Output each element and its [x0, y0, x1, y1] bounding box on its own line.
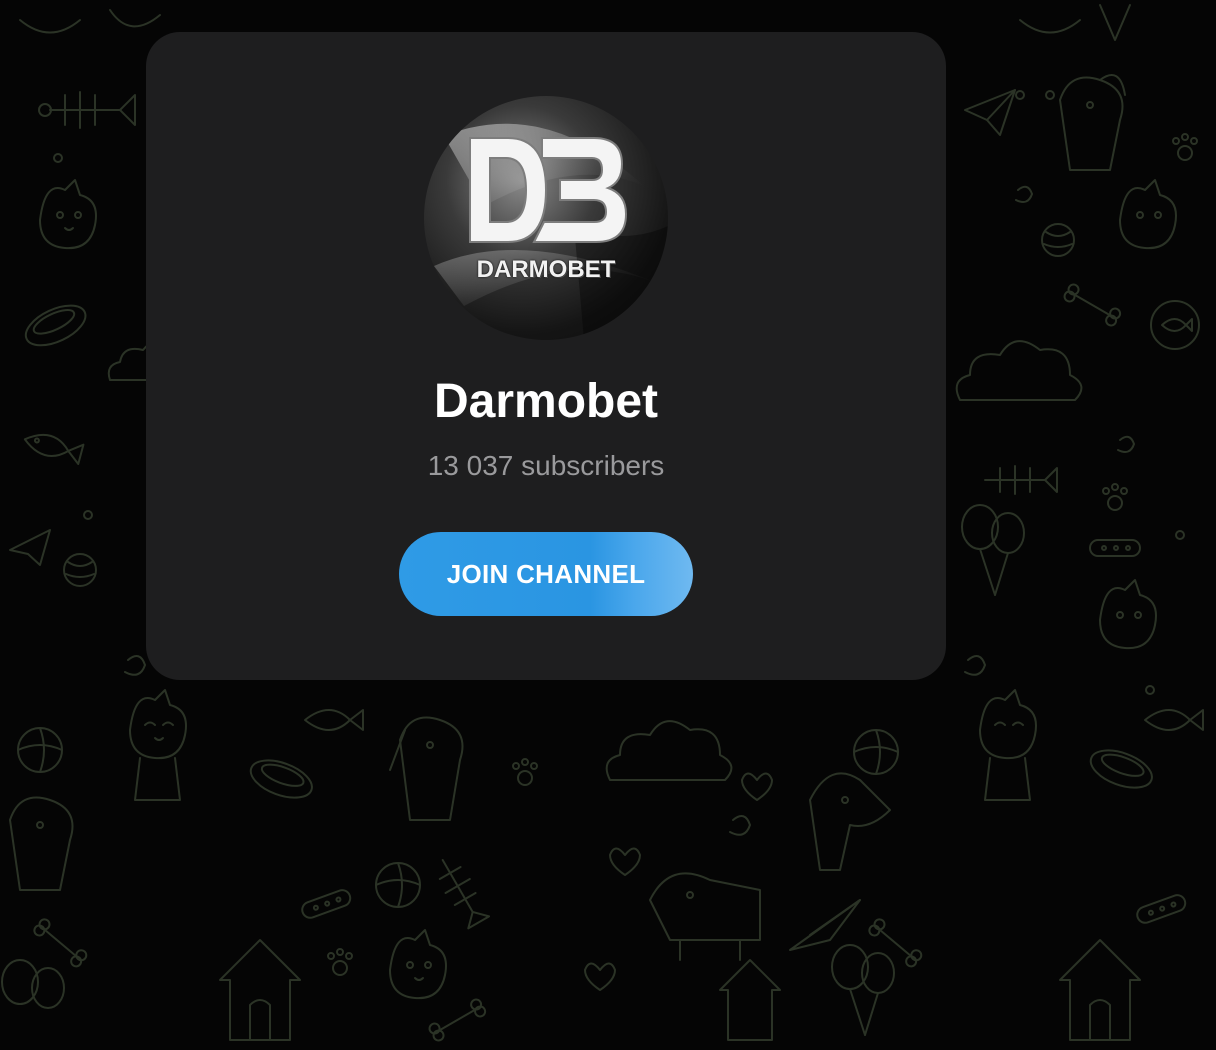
- collar-doodle-icon: [301, 889, 352, 919]
- dog-doodle-icon: [9, 796, 74, 891]
- heart-doodle-icon: [609, 847, 641, 876]
- dog-house-doodle-icon: [219, 939, 301, 1041]
- paw-print-doodle-icon: [327, 948, 353, 976]
- channel-preview-page: DARMOBET Darmobet 13 037 subscribers JOI…: [0, 0, 1216, 1050]
- balloon-doodle-icon: [1, 959, 65, 1009]
- dog-doodle-icon: [649, 872, 761, 961]
- paper-plane-doodle-icon: [964, 89, 1016, 136]
- paper-plane-doodle-icon: [789, 899, 861, 951]
- collar-doodle-icon: [1089, 539, 1141, 557]
- dog-doodle-icon: [809, 772, 891, 871]
- collar-doodle-icon: [1136, 894, 1187, 924]
- bowl-doodle-icon: [1089, 749, 1153, 789]
- paper-plane-doodle-icon: [9, 529, 51, 566]
- balloon-doodle-icon: [831, 944, 895, 1036]
- cat-doodle-icon: [1099, 579, 1157, 650]
- cat-doodle-icon: [19, 9, 161, 34]
- bone-doodle-icon: [1063, 283, 1122, 327]
- balloon-doodle-icon: [961, 504, 1025, 596]
- bone-doodle-icon: [868, 918, 923, 968]
- avatar-monogram-art: [464, 134, 628, 246]
- fish-doodle-icon: [304, 709, 364, 731]
- subscriber-count: 13 037 subscribers: [427, 450, 665, 481]
- beach-ball-doodle-icon: [375, 862, 421, 908]
- avatar-wordmark: DARMOBET: [476, 256, 616, 283]
- fish-doodle-icon: [1150, 300, 1200, 350]
- fish-doodle-icon: [23, 433, 85, 465]
- fish-bone-doodle-icon: [984, 465, 1058, 495]
- channel-card: DARMOBET Darmobet 13 037 subscribers JOI…: [146, 32, 946, 680]
- dog-house-doodle-icon: [719, 959, 781, 1041]
- cat-doodle-icon: [1019, 4, 1131, 41]
- paw-print-doodle-icon: [512, 758, 538, 786]
- cat-doodle-icon: [129, 689, 187, 801]
- yarn-ball-doodle-icon: [1041, 223, 1075, 257]
- cloud-doodle-icon: [605, 720, 733, 781]
- bowl-doodle-icon: [24, 304, 87, 347]
- paw-print-doodle-icon: [1102, 483, 1128, 511]
- cloud-doodle-icon: [955, 340, 1083, 401]
- heart-doodle-icon: [584, 962, 616, 991]
- bone-doodle-icon: [428, 998, 487, 1042]
- dog-doodle-icon: [1059, 74, 1126, 171]
- dog-doodle-icon: [389, 716, 464, 821]
- beach-ball-doodle-icon: [853, 729, 899, 775]
- fish-bone-doodle-icon: [38, 91, 136, 129]
- fish-bone-doodle-icon: [438, 859, 491, 930]
- heart-doodle-icon: [741, 772, 773, 801]
- bowl-doodle-icon: [249, 759, 313, 799]
- cat-doodle-icon: [1119, 179, 1177, 250]
- yarn-ball-doodle-icon: [63, 553, 97, 587]
- cat-doodle-icon: [39, 179, 97, 250]
- paw-print-doodle-icon: [1172, 133, 1198, 161]
- dog-house-doodle-icon: [1059, 939, 1141, 1041]
- channel-title: Darmobet: [433, 375, 659, 428]
- cat-doodle-icon: [979, 689, 1037, 801]
- beach-ball-doodle-icon: [17, 727, 63, 773]
- join-channel-button[interactable]: JOIN CHANNEL: [399, 532, 693, 616]
- bone-doodle-icon: [33, 918, 88, 968]
- cat-doodle-icon: [389, 929, 447, 1000]
- fish-doodle-icon: [1144, 709, 1204, 731]
- channel-avatar: DARMOBET: [424, 96, 668, 340]
